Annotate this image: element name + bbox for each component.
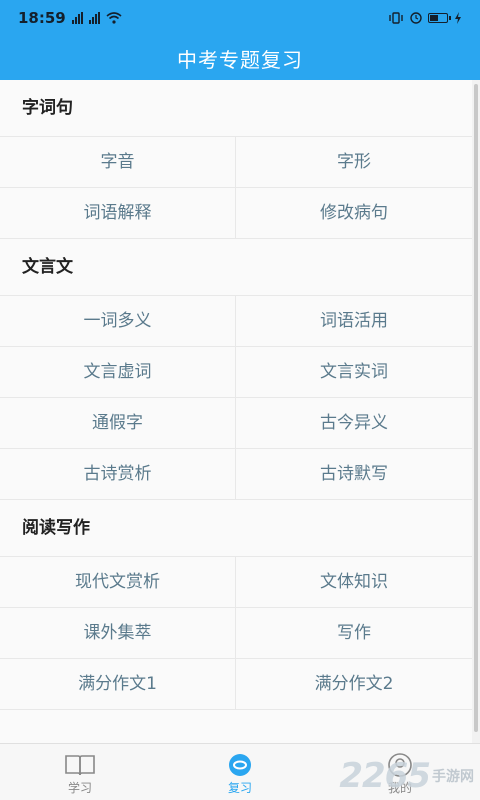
topic-item[interactable]: 一词多义 [0, 296, 236, 347]
section-title-reading: 阅读写作 [0, 500, 472, 557]
watermark-text: 手游网 [432, 769, 474, 785]
status-right [388, 12, 462, 24]
section-title-classical: 文言文 [0, 239, 472, 296]
topic-item[interactable]: 满分作文1 [0, 659, 236, 710]
topic-item[interactable]: 课外集萃 [0, 608, 236, 659]
topic-list: 字词句 字音 字形 词语解释 修改病句 文言文 一词多义 词语活用 文言虚词 文… [0, 80, 472, 744]
scrollbar-thumb[interactable] [474, 84, 478, 732]
topic-item[interactable]: 满分作文2 [236, 659, 472, 710]
topic-item[interactable]: 词语解释 [0, 188, 236, 239]
status-left: 18:59 [18, 9, 122, 27]
book-icon [65, 755, 95, 776]
battery-icon [428, 13, 451, 23]
alarm-icon [410, 12, 422, 24]
section-title-words: 字词句 [0, 80, 472, 137]
bottom-tab-bar: 学习 复习 我的 2265 手游网 [0, 743, 480, 800]
topic-item[interactable]: 文言实词 [236, 347, 472, 398]
topic-item[interactable]: 古诗赏析 [0, 449, 236, 500]
app-header: 中考专题复习 [0, 36, 480, 80]
scrollbar[interactable] [472, 80, 480, 744]
wifi-icon [106, 12, 122, 24]
section-grid-classical: 一词多义 词语活用 文言虚词 文言实词 通假字 古今异义 古诗赏析 古诗默写 [0, 296, 472, 500]
signal-icon [71, 12, 83, 24]
section-grid-words: 字音 字形 词语解释 修改病句 [0, 137, 472, 239]
topic-item[interactable]: 古诗默写 [236, 449, 472, 500]
topic-item[interactable]: 字音 [0, 137, 236, 188]
tab-study[interactable]: 学习 [0, 744, 160, 800]
topic-item[interactable]: 通假字 [0, 398, 236, 449]
page-title: 中考专题复习 [177, 47, 303, 72]
tab-label: 复习 [227, 781, 252, 795]
status-time: 18:59 [18, 9, 66, 27]
topic-item[interactable]: 现代文赏析 [0, 557, 236, 608]
topic-item[interactable]: 写作 [236, 608, 472, 659]
signal-icon-2 [88, 12, 100, 24]
topic-item[interactable]: 修改病句 [236, 188, 472, 239]
topic-item[interactable]: 字形 [236, 137, 472, 188]
status-bar: 18:59 [0, 0, 480, 36]
topic-item[interactable]: 文言虚词 [0, 347, 236, 398]
topic-item[interactable]: 文体知识 [236, 557, 472, 608]
topic-item[interactable]: 词语活用 [236, 296, 472, 347]
tab-review[interactable]: 复习 [160, 744, 320, 800]
section-grid-reading: 现代文赏析 文体知识 课外集萃 写作 满分作文1 满分作文2 [0, 557, 472, 710]
topic-item[interactable]: 古今异义 [236, 398, 472, 449]
tab-label: 学习 [67, 781, 92, 795]
watermark-number: 2265 [339, 756, 431, 796]
charging-icon [455, 12, 461, 24]
vibrate-icon [389, 12, 403, 24]
review-icon [229, 754, 251, 776]
watermark: 2265 手游网 [339, 756, 474, 796]
